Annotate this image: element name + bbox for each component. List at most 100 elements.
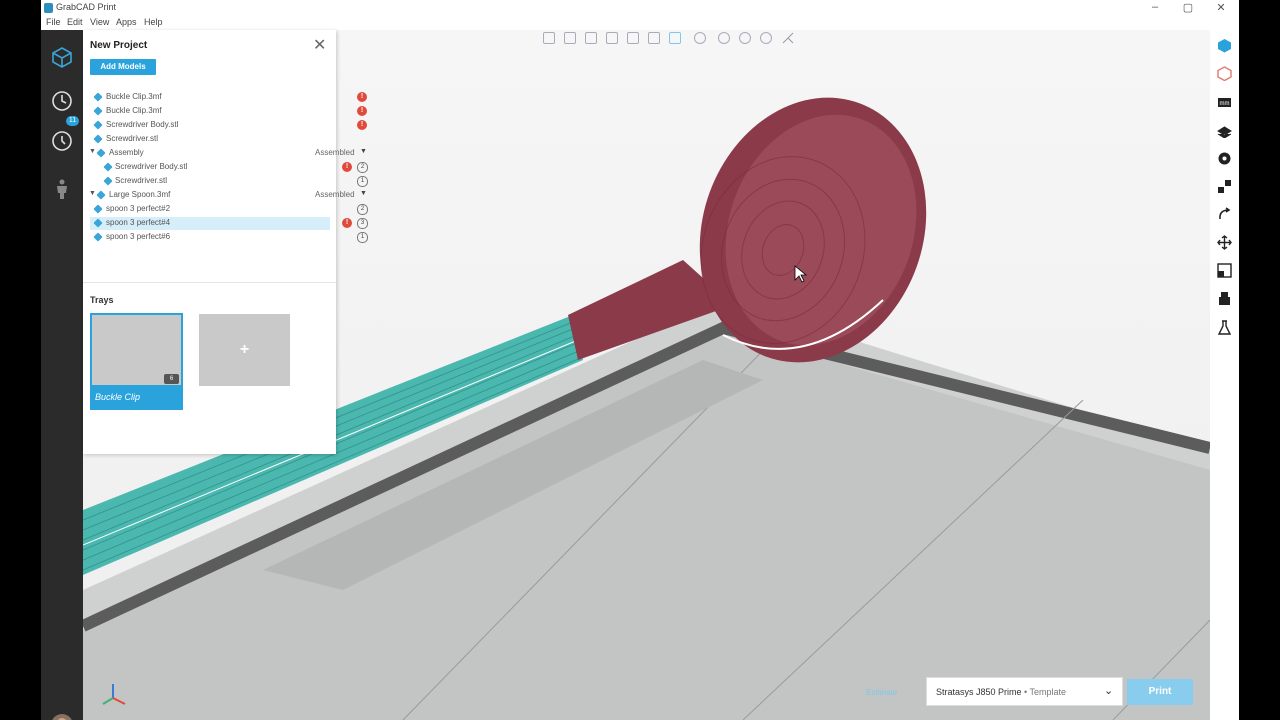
count-badge: 1 <box>357 232 368 243</box>
view-left-icon[interactable] <box>585 32 597 44</box>
status-dropdown-icon[interactable]: ▼ <box>360 190 367 197</box>
tree-item[interactable]: Buckle Clip.3mf ! <box>90 91 367 104</box>
view-top-icon[interactable] <box>627 32 639 44</box>
tray-card[interactable]: 6 Buckle Clip <box>90 313 183 410</box>
assembly-icon <box>96 190 106 200</box>
models-nav-icon[interactable] <box>49 44 75 70</box>
menu-help[interactable]: Help <box>144 17 163 27</box>
print-button[interactable]: Print <box>1127 679 1193 705</box>
chevron-down-icon: ⌄ <box>1104 685 1114 697</box>
svg-text:mm: mm <box>1220 101 1230 107</box>
count-badge: 2 <box>357 204 368 215</box>
error-icon[interactable]: ! <box>342 162 352 172</box>
print-settings-icon[interactable] <box>1217 291 1232 306</box>
cube-icon <box>93 204 103 214</box>
cube-icon <box>93 218 103 228</box>
tree-group[interactable]: ▼ Large Spoon.3mf Assembled ▼ <box>89 189 367 202</box>
project-panel: New Project ✕ Add Models Buckle Clip.3mf… <box>83 30 368 454</box>
app-window: GrabCAD Print – ▢ ✕ File Edit View Apps … <box>41 0 1239 720</box>
move-icon[interactable] <box>1217 235 1232 250</box>
menu-apps[interactable]: Apps <box>116 17 137 27</box>
layers-icon[interactable] <box>1217 123 1232 138</box>
tree-item[interactable]: Screwdriver Body.stl ! 2 <box>90 161 368 174</box>
scale-icon[interactable] <box>1217 263 1232 278</box>
restore-icon[interactable]: ▢ <box>1181 1 1195 14</box>
zoom-in-icon[interactable] <box>718 32 730 44</box>
cube-icon <box>103 176 113 186</box>
queue-badge: 11 <box>66 116 79 126</box>
printer-select[interactable]: Stratasys J850 Prime • Template ⌄ <box>926 677 1123 706</box>
app-logo-icon <box>44 3 53 13</box>
tray-model-count: 6 <box>164 374 179 384</box>
close-window-icon[interactable]: ✕ <box>1214 1 1228 14</box>
view-iso-icon[interactable] <box>648 32 660 44</box>
tree-item-selected[interactable]: spoon 3 perfect#4 ! 3 <box>90 217 368 230</box>
letterbox-left <box>0 0 41 720</box>
assembly-status[interactable]: Assembled <box>315 148 355 157</box>
tree-item[interactable]: Screwdriver.stl 1 <box>90 175 368 188</box>
cube-icon <box>93 120 103 130</box>
count-badge: 2 <box>357 162 368 173</box>
close-panel-icon[interactable]: ✕ <box>313 35 326 55</box>
view-sphere-icon[interactable] <box>694 32 706 44</box>
minimize-icon[interactable]: – <box>1148 1 1162 13</box>
history-nav-icon[interactable] <box>49 128 75 154</box>
left-nav: 11 <box>41 30 83 720</box>
arrange-icon[interactable] <box>1217 179 1232 194</box>
measure-icon[interactable] <box>782 32 794 44</box>
menu-view[interactable]: View <box>90 17 109 27</box>
tree-item[interactable]: Screwdriver Body.stl ! <box>90 119 367 132</box>
cube-icon <box>93 92 103 102</box>
trays-title: Trays <box>90 295 114 305</box>
zoom-out-icon[interactable] <box>739 32 751 44</box>
status-dropdown-icon[interactable]: ▼ <box>360 148 367 155</box>
material-icon[interactable] <box>1217 151 1232 166</box>
count-badge: 1 <box>357 176 368 187</box>
units-mm-icon[interactable]: mm <box>1217 95 1232 110</box>
assembly-status[interactable]: Assembled <box>315 190 355 199</box>
view-front-icon[interactable] <box>543 32 555 44</box>
tree-item[interactable]: spoon 3 perfect#6 1 <box>90 231 368 244</box>
menu-edit[interactable]: Edit <box>67 17 83 27</box>
right-toolbar: mm <box>1210 30 1239 720</box>
model-cube-icon[interactable] <box>1217 38 1232 53</box>
tree-group[interactable]: ▼ Assembly Assembled ▼ <box>89 147 367 160</box>
expand-caret-icon[interactable]: ▼ <box>89 190 96 197</box>
add-models-button[interactable]: Add Models <box>90 59 156 75</box>
queue-nav-icon[interactable] <box>49 88 75 114</box>
error-icon[interactable]: ! <box>357 106 367 116</box>
tray-name: Buckle Clip <box>95 392 141 402</box>
view-right-icon[interactable] <box>606 32 618 44</box>
menu-file[interactable]: File <box>46 17 61 27</box>
printer-name: Stratasys J850 Prime • Template <box>936 687 1067 697</box>
cube-icon <box>93 232 103 242</box>
cube-icon <box>93 134 103 144</box>
tree-item[interactable]: spoon 3 perfect#2 2 <box>90 203 368 216</box>
panel-divider <box>83 282 336 283</box>
cube-icon <box>103 162 113 172</box>
view-perspective-icon[interactable] <box>669 32 681 44</box>
tree-item[interactable]: Screwdriver.stl <box>90 133 330 146</box>
window-title: GrabCAD Print <box>56 2 117 12</box>
zoom-fit-icon[interactable] <box>760 32 772 44</box>
printer-status-nav-icon[interactable] <box>49 176 75 202</box>
add-tray-button[interactable]: + <box>199 314 290 386</box>
view-back-icon[interactable] <box>564 32 576 44</box>
cube-icon <box>93 106 103 116</box>
model-warning-icon[interactable] <box>1217 66 1232 81</box>
expand-caret-icon[interactable]: ▼ <box>89 148 96 155</box>
view-toolbar <box>498 30 798 46</box>
tree-item[interactable]: Buckle Clip.3mf ! <box>90 105 367 118</box>
letterbox-right <box>1239 0 1280 720</box>
count-badge: 3 <box>357 218 368 229</box>
flask-icon[interactable] <box>1217 320 1232 335</box>
menu-bar: File Edit View Apps Help <box>41 16 441 30</box>
error-icon[interactable]: ! <box>342 218 352 228</box>
title-bar: GrabCAD Print – ▢ ✕ <box>41 0 1239 16</box>
error-icon[interactable]: ! <box>357 92 367 102</box>
rotate-icon[interactable] <box>1217 207 1232 222</box>
error-icon[interactable]: ! <box>357 120 367 130</box>
user-avatar[interactable] <box>51 714 73 720</box>
estimate-link[interactable]: Estimate <box>866 688 897 697</box>
assembly-icon <box>96 148 106 158</box>
